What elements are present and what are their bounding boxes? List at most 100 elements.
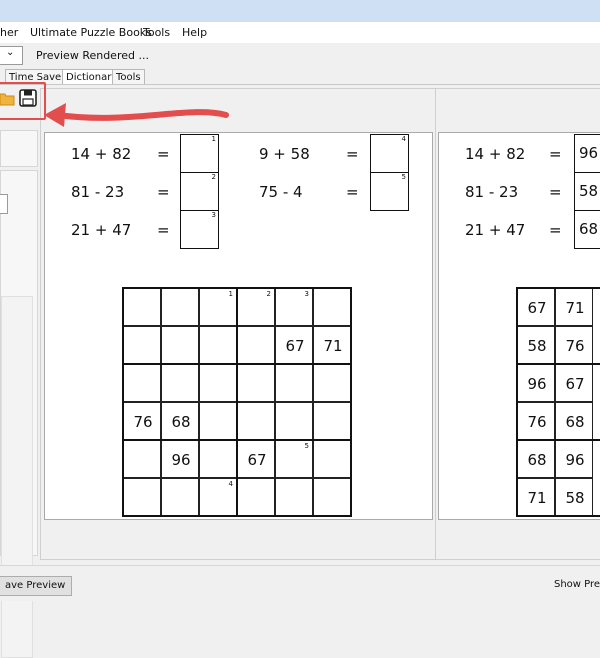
preview-dropdown[interactable]: ⌄: [0, 46, 23, 65]
grid-cell-value: 67: [527, 299, 547, 317]
grid-cell: 67: [237, 440, 275, 478]
grid-border-left: [516, 287, 518, 517]
grid-cell-index: 2: [266, 290, 271, 298]
grid-cell: 96: [517, 364, 555, 402]
equals-5: =: [346, 183, 359, 201]
equals-1: =: [157, 145, 170, 163]
grid-cell-value: 96: [171, 451, 191, 469]
menu-item-other[interactable]: her: [0, 26, 18, 39]
left-panel-group: [0, 130, 38, 167]
save-button[interactable]: [19, 89, 37, 107]
grid-cell: [313, 402, 351, 440]
grid-cell-value: 96: [565, 451, 585, 469]
grid-divider-vertical: [236, 287, 238, 517]
equation-2: 81 - 23: [465, 183, 519, 201]
grid-cell: 4: [199, 478, 237, 516]
grid-cell: [313, 288, 351, 326]
equation-2: 81 - 23: [71, 183, 125, 201]
equation-1: 14 + 82: [71, 145, 132, 163]
grid-cell: [237, 402, 275, 440]
grid-cell: 71: [517, 478, 555, 516]
show-preview-button[interactable]: Show Previ: [548, 576, 600, 594]
grid-cell-value: 76: [133, 413, 153, 431]
grid-cell-index: 4: [228, 480, 233, 488]
answer-index: 4: [401, 135, 406, 143]
equals-2: =: [549, 183, 562, 201]
grid-cell: [123, 326, 161, 364]
grid-cell-index: 3: [304, 290, 309, 298]
tab-tools[interactable]: Tools: [112, 69, 145, 85]
grid-border-top: [516, 287, 600, 289]
grid-cell-value: 68: [171, 413, 191, 431]
preview-page-left[interactable]: 14 + 82 = 1 81 - 23 = 2 21 + 47 = 3 9 + …: [44, 132, 433, 520]
answer-box-1: 96: [574, 134, 600, 173]
left-panel-list: [1, 296, 33, 658]
grid-divider-horizontal: [516, 363, 600, 365]
grid-cell: [313, 364, 351, 402]
answer-value: 58: [579, 182, 599, 200]
equation-4: 9 + 58: [259, 145, 310, 163]
answer-box-2: 2: [180, 172, 219, 211]
grid-cell: [199, 364, 237, 402]
grid-cell: 68: [517, 440, 555, 478]
grid-cell-value: 58: [527, 337, 547, 355]
grid-cell: [199, 402, 237, 440]
preview-page-right[interactable]: 14 + 82 = 96 81 - 23 = 58 21 + 47 = 68 6…: [438, 132, 600, 520]
grid-cell-value: 67: [247, 451, 267, 469]
grid-divider-horizontal: [516, 439, 600, 441]
grid-cell: 67: [555, 364, 593, 402]
menu-item-ultimate-puzzle-books[interactable]: Ultimate Puzzle Books: [30, 26, 152, 39]
grid-cell-value: 71: [527, 489, 547, 507]
grid-divider-horizontal: [122, 363, 352, 365]
equation-5: 75 - 4: [259, 183, 303, 201]
open-folder-button[interactable]: [0, 91, 16, 107]
grid-cell-value: 71: [323, 337, 343, 355]
tab-divider: [0, 84, 600, 85]
grid-cell: [161, 326, 199, 364]
menu-bar: her Ultimate Puzzle Books Tools Help: [0, 22, 600, 43]
menu-item-tools[interactable]: Tools: [143, 26, 170, 39]
floppy-disk-icon: [19, 89, 37, 107]
grid-cell: 76: [123, 402, 161, 440]
grid-cell: [313, 478, 351, 516]
grid-cell: [123, 440, 161, 478]
grid-cell: 58: [555, 478, 593, 516]
equals-2: =: [157, 183, 170, 201]
grid-cell-value: 76: [527, 413, 547, 431]
grid-cell: 67: [275, 326, 313, 364]
grid-border-bottom: [516, 515, 600, 517]
grid-cell: [123, 478, 161, 516]
grid-cell: 71: [555, 288, 593, 326]
answer-box-1: 1: [180, 134, 219, 173]
answer-index: 3: [211, 211, 216, 219]
grid-cell: [237, 364, 275, 402]
grid-cell: [313, 440, 351, 478]
grid-cell-value: 67: [565, 375, 585, 393]
grid-cell: 5: [275, 440, 313, 478]
preview-status-label: Preview Rendered ...: [36, 49, 149, 62]
grid-cell-value: 96: [527, 375, 547, 393]
grid-cell: 68: [161, 402, 199, 440]
equals-3: =: [549, 221, 562, 239]
left-panel-settings: [0, 170, 38, 658]
grid-cell-value: 58: [565, 489, 585, 507]
left-input[interactable]: [0, 194, 8, 214]
grid-cell: [199, 440, 237, 478]
grid-cell-value: 67: [285, 337, 305, 355]
save-preview-button[interactable]: ave Preview: [0, 576, 73, 596]
answer-index: 2: [211, 173, 216, 181]
grid-divider-horizontal: [122, 439, 352, 441]
menu-item-help[interactable]: Help: [182, 26, 207, 39]
equation-3: 21 + 47: [71, 221, 132, 239]
answer-value: 96: [579, 144, 599, 162]
grid-cell: [161, 364, 199, 402]
answer-box-5: 5: [370, 172, 409, 211]
grid-cell: [199, 326, 237, 364]
answer-box-4: 4: [370, 134, 409, 173]
grid-cell: 58: [517, 326, 555, 364]
equals-1: =: [549, 145, 562, 163]
pointer-arrow-icon: [44, 103, 229, 127]
equation-1: 14 + 82: [465, 145, 526, 163]
grid-cell: [275, 402, 313, 440]
title-bar: [0, 0, 600, 22]
